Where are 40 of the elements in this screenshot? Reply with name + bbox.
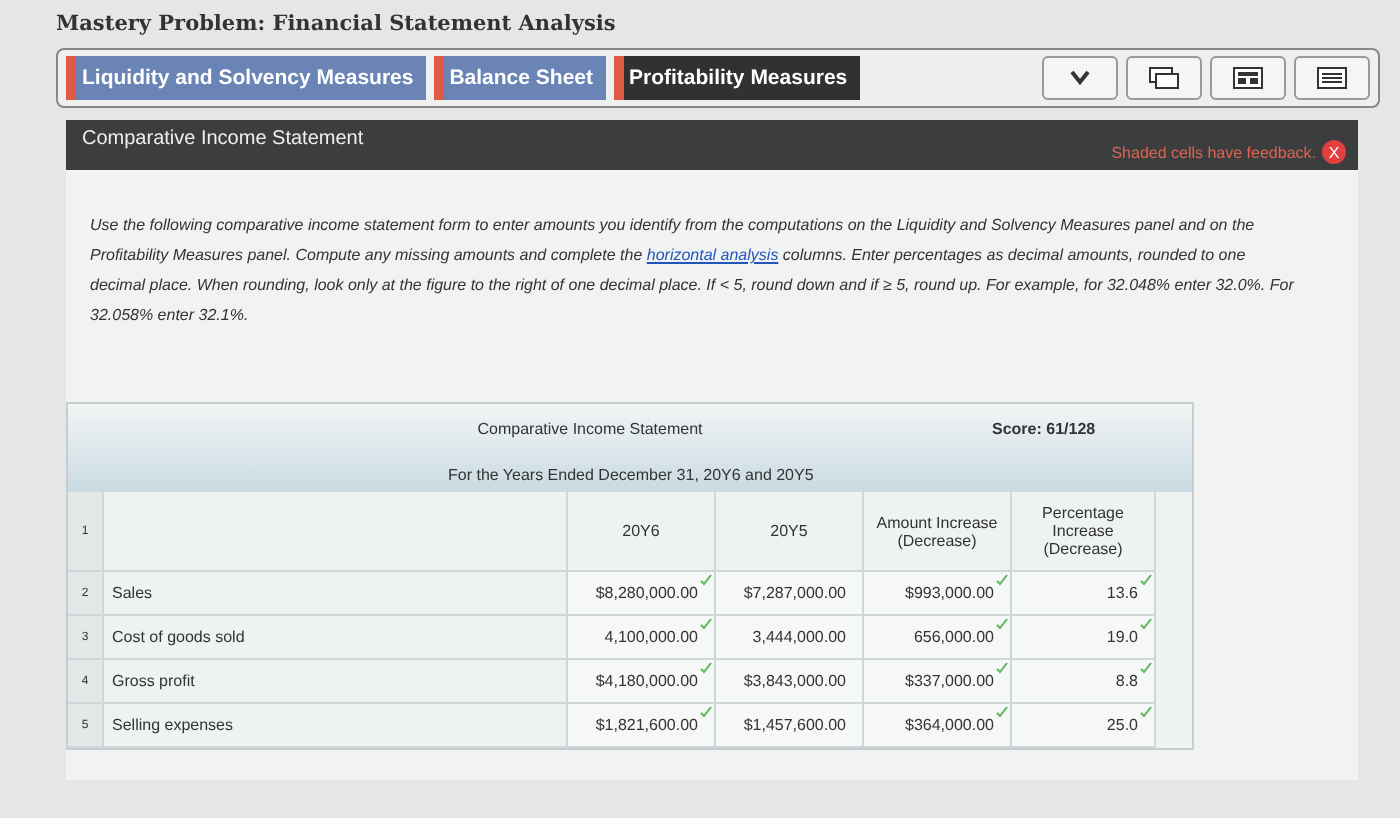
row-label: Cost of goods sold xyxy=(104,616,568,660)
row-label: Selling expenses xyxy=(104,704,568,748)
panel-title: Comparative Income Statement xyxy=(82,128,364,150)
list-icon xyxy=(1316,66,1348,90)
row-label: Gross profit xyxy=(104,660,568,704)
input-cell[interactable]: $4,180,000.00 xyxy=(568,660,716,704)
split-view-button[interactable] xyxy=(1210,56,1286,100)
row-label: Sales xyxy=(104,572,568,616)
input-cell[interactable]: $1,457,600.00 xyxy=(716,704,864,748)
instructions: Use the following comparative income statement form to enter amounts you identify from the computations on the Liquidity and Solvency Measures panel and on the Profitability Measures panel. Compute any missing amounts and complete the horizontal analysis columns. Enter percentages as decimal amounts, rounded to one decimal place. When rounding, look only at the figure to the right of one decimal place. If < 5, round down and if ≥ 5, round up. For example, for 32.048% enter 32.0%. For 32.058% enter 32.1%. xyxy=(88,214,1297,328)
input-cell[interactable]: $7,287,000.00 xyxy=(716,572,864,616)
input-cell[interactable]: $3,843,000.00 xyxy=(716,660,864,704)
input-cell[interactable]: $8,280,000.00 xyxy=(568,572,716,616)
input-cell[interactable]: 25.0 xyxy=(1012,704,1156,748)
split-layout-icon xyxy=(1232,66,1264,90)
tab[interactable]: Profitability Measures xyxy=(613,56,860,100)
table-subtitle: For the Years Ended December 31, 20Y6 and 20Y5 xyxy=(446,464,816,484)
feedback-note: Shaded cells have feedback. xyxy=(1111,143,1316,161)
input-cell[interactable]: 4,100,000.00 xyxy=(568,616,716,660)
dropdown-button[interactable] xyxy=(1042,56,1118,100)
input-cell[interactable]: 656,000.00 xyxy=(864,616,1012,660)
page-title: Mastery Problem: Financial Statement Analysis xyxy=(56,12,618,36)
input-cell[interactable]: $364,000.00 xyxy=(864,704,1012,748)
input-cell[interactable]: $337,000.00 xyxy=(864,660,1012,704)
table-title: Comparative Income Statement xyxy=(475,418,705,438)
close-button[interactable]: X xyxy=(1322,140,1346,164)
input-cell[interactable]: 8.8 xyxy=(1012,660,1156,704)
input-cell[interactable]: 19.0 xyxy=(1012,616,1156,660)
tab[interactable]: Balance Sheet xyxy=(433,56,606,100)
tab[interactable]: Liquidity and Solvency Measures xyxy=(66,56,426,100)
glossary-link[interactable]: horizontal analysis xyxy=(646,246,779,264)
window-button[interactable] xyxy=(1126,56,1202,100)
windows-icon xyxy=(1148,66,1180,90)
chevron-icon xyxy=(1070,70,1090,86)
input-cell[interactable]: 3,444,000.00 xyxy=(716,616,864,660)
input-cell[interactable]: $1,821,600.00 xyxy=(568,704,716,748)
list-view-button[interactable] xyxy=(1294,56,1370,100)
score: Score: 61/128 xyxy=(992,418,1098,438)
input-cell[interactable]: $993,000.00 xyxy=(864,572,1012,616)
input-cell[interactable]: 13.6 xyxy=(1012,572,1156,616)
